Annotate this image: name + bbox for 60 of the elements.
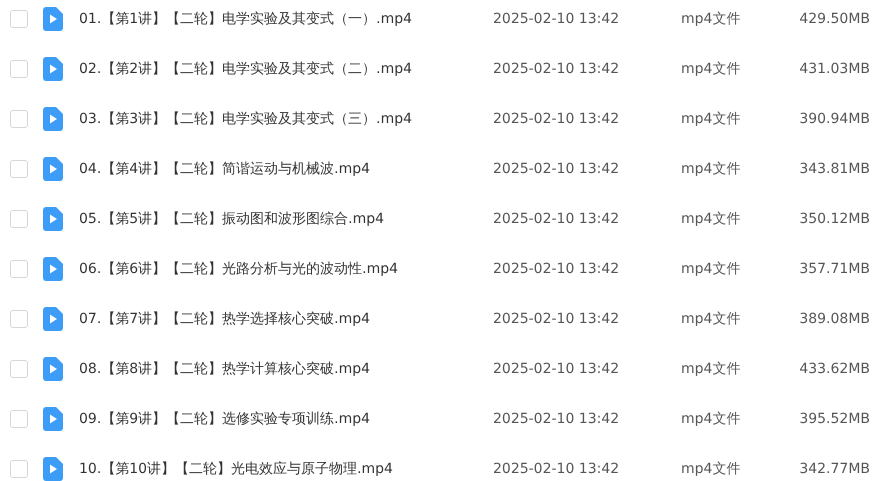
video-file-icon <box>43 7 63 31</box>
modified-date: 2025-02-10 13:42 <box>493 61 620 77</box>
file-type: mp4文件 <box>681 360 742 378</box>
file-type: mp4文件 <box>681 110 742 128</box>
modified-date: 2025-02-10 13:42 <box>493 11 620 27</box>
file-name[interactable]: 03.【第3讲】【二轮】电学实验及其变式（三）.mp4 <box>79 110 493 128</box>
file-size: 431.03MB <box>798 61 870 77</box>
file-type: mp4文件 <box>681 160 742 178</box>
checkbox[interactable] <box>10 10 28 28</box>
file-name[interactable]: 06.【第6讲】【二轮】光路分析与光的波动性.mp4 <box>79 260 493 278</box>
file-size: 390.94MB <box>798 111 870 127</box>
file-size: 343.81MB <box>798 161 870 177</box>
checkbox[interactable] <box>10 110 28 128</box>
file-type: mp4文件 <box>681 260 742 278</box>
video-file-icon <box>43 157 63 181</box>
file-type: mp4文件 <box>681 10 742 28</box>
file-type: mp4文件 <box>681 410 742 428</box>
checkbox[interactable] <box>10 160 28 178</box>
checkbox[interactable] <box>10 360 28 378</box>
modified-date: 2025-02-10 13:42 <box>493 311 620 327</box>
file-size: 429.50MB <box>798 11 870 27</box>
video-file-icon <box>43 57 63 81</box>
file-name[interactable]: 10.【第10讲】【二轮】光电效应与原子物理.mp4 <box>79 460 493 478</box>
video-file-icon <box>43 307 63 331</box>
modified-date: 2025-02-10 13:42 <box>493 411 620 427</box>
modified-date: 2025-02-10 13:42 <box>493 111 620 127</box>
checkbox[interactable] <box>10 210 28 228</box>
modified-date: 2025-02-10 13:42 <box>493 361 620 377</box>
checkbox[interactable] <box>10 460 28 478</box>
video-file-icon <box>43 407 63 431</box>
file-size: 357.71MB <box>798 261 870 277</box>
file-size: 389.08MB <box>798 311 870 327</box>
file-name[interactable]: 08.【第8讲】【二轮】热学计算核心突破.mp4 <box>79 360 493 378</box>
file-type: mp4文件 <box>681 60 742 78</box>
checkbox[interactable] <box>10 310 28 328</box>
video-file-icon <box>43 257 63 281</box>
file-name[interactable]: 07.【第7讲】【二轮】热学选择核心突破.mp4 <box>79 310 493 328</box>
file-name[interactable]: 01.【第1讲】【二轮】电学实验及其变式（一）.mp4 <box>79 10 493 28</box>
video-file-icon <box>43 107 63 131</box>
file-name[interactable]: 05.【第5讲】【二轮】振动图和波形图综合.mp4 <box>79 210 493 228</box>
file-size: 433.62MB <box>798 361 870 377</box>
file-size: 395.52MB <box>798 411 870 427</box>
video-file-icon <box>43 357 63 381</box>
video-file-icon <box>43 457 63 481</box>
file-type: mp4文件 <box>681 310 742 328</box>
file-name[interactable]: 02.【第2讲】【二轮】电学实验及其变式（二）.mp4 <box>79 60 493 78</box>
modified-date: 2025-02-10 13:42 <box>493 161 620 177</box>
modified-date: 2025-02-10 13:42 <box>493 261 620 277</box>
file-type: mp4文件 <box>681 460 742 478</box>
file-size: 350.12MB <box>798 211 870 227</box>
video-file-icon <box>43 207 63 231</box>
file-name[interactable]: 04.【第4讲】【二轮】简谐运动与机械波.mp4 <box>79 160 493 178</box>
modified-date: 2025-02-10 13:42 <box>493 461 620 477</box>
checkbox[interactable] <box>10 410 28 428</box>
file-size: 342.77MB <box>798 461 870 477</box>
checkbox[interactable] <box>10 260 28 278</box>
file-type: mp4文件 <box>681 210 742 228</box>
modified-date: 2025-02-10 13:42 <box>493 211 620 227</box>
file-name[interactable]: 09.【第9讲】【二轮】选修实验专项训练.mp4 <box>79 410 493 428</box>
checkbox[interactable] <box>10 60 28 78</box>
